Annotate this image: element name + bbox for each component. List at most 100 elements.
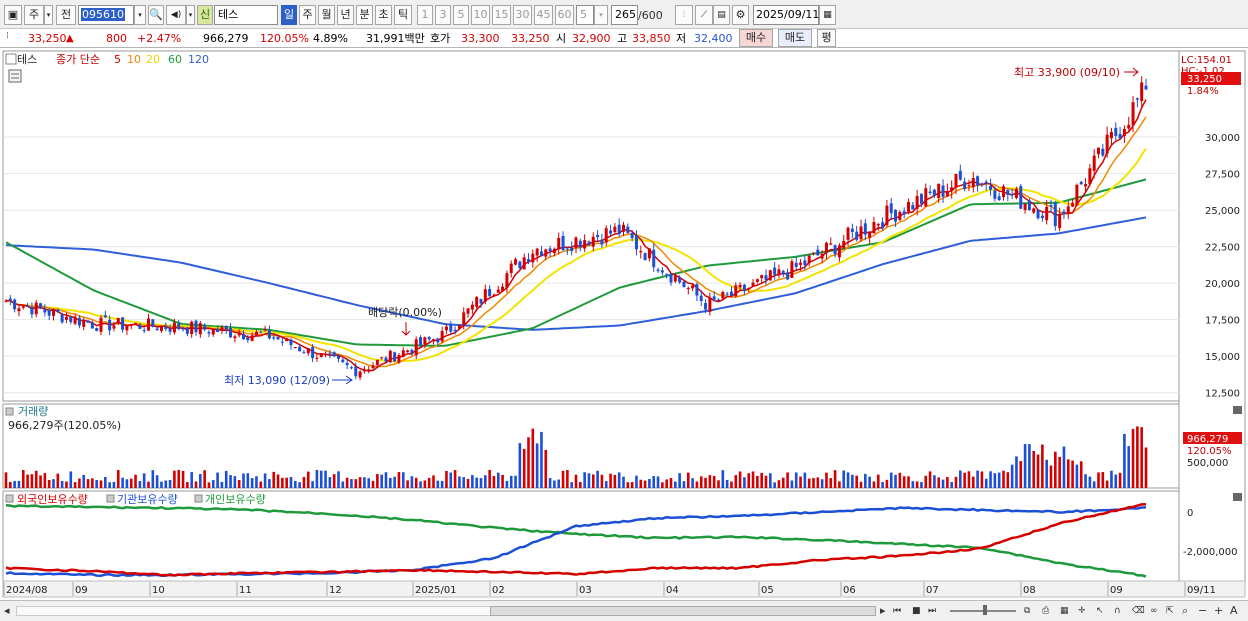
volume-bar <box>881 482 884 488</box>
print-icon[interactable]: ⎙ <box>1042 604 1049 618</box>
period-tick-button[interactable]: 틱 <box>394 5 412 25</box>
candle-body <box>181 328 185 330</box>
tool-icon[interactable]: ⫶ <box>675 5 693 25</box>
table-icon[interactable]: ▦ <box>1060 604 1069 618</box>
zoom-in-icon[interactable]: + <box>1214 604 1223 618</box>
credit-badge[interactable]: 신 <box>197 5 213 25</box>
stock-name-field[interactable]: 테스 <box>214 5 278 25</box>
period-day-button[interactable]: 일 <box>281 5 297 25</box>
candle-body <box>919 193 923 204</box>
volume-bar <box>255 476 258 488</box>
volume-bar <box>725 479 729 488</box>
zoom-slider-handle[interactable] <box>983 605 987 615</box>
gear-icon[interactable]: ⚙ <box>732 5 749 25</box>
copy-icon[interactable]: ⧉ <box>1024 604 1030 618</box>
volume-close-icon[interactable] <box>1233 406 1242 414</box>
zoom-out-icon[interactable]: − <box>1198 604 1207 618</box>
count-dropdown-icon[interactable]: ▾ <box>594 5 608 25</box>
candle-body <box>358 371 362 378</box>
period-minute-button[interactable]: 분 <box>356 5 373 25</box>
date-input[interactable]: 2025/09/11 <box>753 5 819 25</box>
font-size-icon[interactable]: A <box>1230 604 1238 618</box>
export-icon[interactable]: ⇱ <box>1166 604 1174 618</box>
speaker-icon[interactable]: ◀) <box>166 5 186 25</box>
volume-bar <box>669 478 673 488</box>
count-select[interactable]: 5 <box>576 5 594 25</box>
minute-45-button[interactable]: 45 <box>534 5 553 25</box>
stock-type-dropdown-icon[interactable]: ▾ <box>44 5 53 25</box>
forward-icon[interactable]: ⏭ <box>928 604 936 618</box>
link-icon[interactable]: ∞ <box>1150 604 1158 618</box>
candle-body <box>958 170 962 180</box>
volume-bar <box>56 473 60 488</box>
prev-button[interactable]: 전 <box>56 5 76 25</box>
holdings-close-icon[interactable] <box>1233 493 1242 501</box>
minute-3-button[interactable]: 3 <box>435 5 451 25</box>
candle-body <box>734 285 738 297</box>
candle-body <box>13 299 17 310</box>
candle-body <box>298 346 302 352</box>
minute-10-button[interactable]: 10 <box>471 5 490 25</box>
volume-bar <box>1084 474 1087 488</box>
candle-body <box>488 289 492 297</box>
period-year-button[interactable]: 년 <box>337 5 354 25</box>
volume-bar <box>803 472 807 488</box>
period-week-button[interactable]: 주 <box>299 5 316 25</box>
minute-5-button[interactable]: 5 <box>453 5 469 25</box>
minute-15-button[interactable]: 15 <box>492 5 511 25</box>
volume-bar <box>734 475 738 488</box>
rewind-icon[interactable]: ⏮ <box>893 604 901 618</box>
minute-30-button[interactable]: 30 <box>513 5 532 25</box>
candle-body <box>475 297 479 307</box>
candle-body <box>1049 205 1053 207</box>
volume-bar <box>134 474 137 488</box>
candle-body <box>56 309 60 313</box>
window-icon[interactable]: ▣ <box>4 5 22 25</box>
search-icon[interactable]: 🔍 <box>148 5 164 25</box>
magnet-icon[interactable]: ∩ <box>1114 604 1121 618</box>
scroll-left-icon[interactable]: ◂ <box>4 604 10 618</box>
crosshair-icon[interactable]: ✛ <box>1078 604 1086 618</box>
stop-icon[interactable]: ■ <box>912 604 921 618</box>
code-dropdown-icon[interactable]: ▾ <box>134 5 146 25</box>
volume-bar <box>1015 456 1018 488</box>
candle-body <box>695 284 699 296</box>
open-price: 32,900 <box>572 32 611 45</box>
candle-body <box>168 328 172 332</box>
candle-body <box>479 299 483 304</box>
minute-1-button[interactable]: 1 <box>417 5 433 25</box>
volume-bar <box>47 480 51 488</box>
volume-bar <box>933 475 936 488</box>
volume-bar <box>43 473 47 488</box>
calculator-icon[interactable] <box>8 69 22 83</box>
calendar-icon[interactable]: ▦ <box>819 5 836 25</box>
save-icon[interactable]: ▤ <box>713 5 730 25</box>
sell-button[interactable]: 매도 <box>778 29 812 47</box>
period-second-button[interactable]: 초 <box>375 5 392 25</box>
legend-menu-icon[interactable] <box>5 53 17 65</box>
volume-bar <box>216 472 219 488</box>
stock-code-input[interactable]: 095610 <box>78 5 134 25</box>
volume-menu-icon[interactable] <box>5 407 14 416</box>
volume-bar <box>643 480 647 488</box>
count-input[interactable]: 265 <box>611 5 638 25</box>
scrollbar-thumb[interactable] <box>490 606 876 616</box>
chart-area[interactable]: 30,000 27,500 25,000 22,500 20,000 17,500 15,0… <box>0 48 1248 600</box>
erase-icon[interactable]: ⌫ <box>1132 604 1145 618</box>
lc-label: LC:154.01 <box>1181 55 1232 66</box>
line-tool-icon[interactable]: ⟋ <box>695 5 713 25</box>
candle-body <box>656 269 660 272</box>
scroll-right-icon[interactable]: ▸ <box>880 604 886 618</box>
buy-button[interactable]: 매수 <box>739 29 773 47</box>
cursor-icon[interactable]: ↖ <box>1096 604 1104 618</box>
period-month-button[interactable]: 월 <box>318 5 335 25</box>
stock-type-button[interactable]: 주 <box>24 5 44 25</box>
volume-bar <box>462 477 466 488</box>
holdings-menu-icon[interactable] <box>5 494 14 503</box>
eval-button[interactable]: 평 <box>817 29 836 47</box>
speaker-dropdown-icon[interactable]: ▾ <box>186 5 195 25</box>
turnover-rate: 4.89% <box>313 32 348 45</box>
volume-bar <box>963 472 966 488</box>
zoom-icon[interactable]: ⌕ <box>1182 604 1188 618</box>
minute-60-button[interactable]: 60 <box>555 5 574 25</box>
